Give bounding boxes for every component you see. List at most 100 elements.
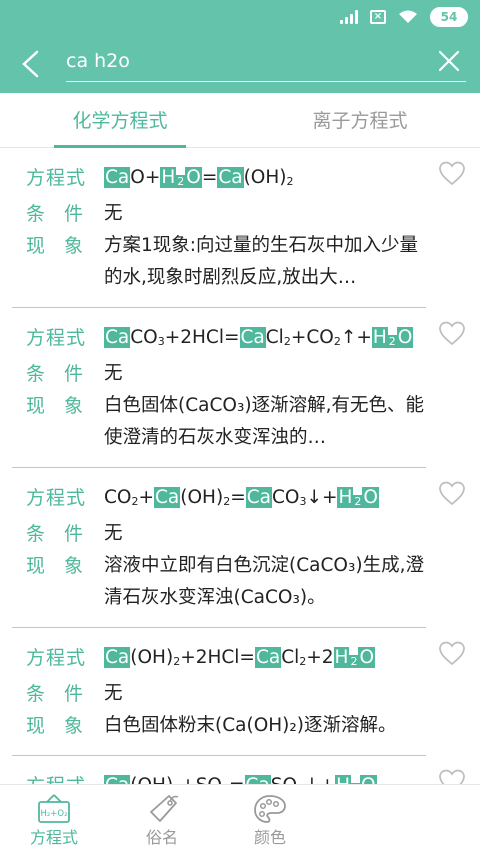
heart-icon[interactable] — [438, 768, 466, 784]
app-bar: × 54 — [0, 0, 480, 93]
highlight-term: O — [396, 327, 414, 348]
svg-text:H₂+O₂: H₂+O₂ — [40, 809, 67, 819]
phenomenon-label: 现 象 — [26, 555, 84, 577]
equation-card[interactable]: 方程式 CaO+H 2 O=Ca(OH)2 条 件无现 象方案1现象:向过量的生石灰中加… — [12, 148, 465, 308]
equation-row: 方程式Ca(OH)2+SO2=CaSO3↓+H2O — [26, 770, 426, 784]
equation-segment: 2 — [283, 335, 291, 348]
highlight-term: O — [360, 775, 377, 784]
search-input[interactable] — [66, 46, 416, 76]
highlight-term: Ca — [217, 167, 244, 188]
highlight-term: O — [185, 167, 202, 188]
highlight-term: Ca — [104, 167, 131, 188]
heart-icon[interactable] — [438, 320, 466, 346]
heart-icon[interactable] — [438, 640, 466, 666]
signal-icon — [340, 10, 358, 24]
equation-segment: CO — [271, 487, 300, 508]
equation-segment: ↑+ — [340, 327, 372, 348]
equation-segment: Cl — [265, 327, 284, 348]
condition-value: 无 — [104, 203, 123, 224]
equation-text: CaCO3+2HCl=CaCl2+CO2↑+H 2 O — [104, 322, 426, 358]
condition-label: 条 件 — [26, 523, 84, 545]
equation-segment: +2HCl= — [180, 647, 255, 668]
equation-row: 方程式 CaCO3+2HCl=CaCl2+CO2↑+H 2 O — [26, 322, 426, 358]
equation-segment: (OH) — [130, 647, 174, 668]
phenomenon-row: 现 象白色固体(CaCO₃)逐渐溶解,有无色、能使澄清的石灰水变浑浊的… — [26, 390, 426, 454]
heart-icon[interactable] — [438, 480, 466, 506]
tab-ionic-equation[interactable]: 离子方程式 — [240, 93, 480, 147]
nav-item-equation[interactable]: H₂+O₂ 方程式 — [0, 785, 108, 853]
equation-card[interactable]: 方程式 CaCO3+2HCl=CaCl2+CO2↑+H 2 O 条 件无现 象白色固体(… — [12, 308, 465, 468]
phenomenon-row: 现 象白色固体粉末(Ca(OH)₂)逐渐溶解。 — [26, 710, 426, 742]
highlight-term: H — [335, 775, 352, 784]
equation-segment: + — [138, 487, 154, 508]
condition-value: 无 — [104, 523, 123, 544]
nav-label-common-name: 俗名 — [145, 828, 178, 847]
equation-segment: (OH) — [130, 775, 173, 784]
condition-label: 条 件 — [26, 363, 84, 385]
phenomenon-value: 方案1现象:向过量的生石灰中加入少量的水,现象时剧烈反应,放出大… — [104, 235, 419, 288]
heart-icon[interactable] — [438, 160, 466, 186]
battery-icon: 54 — [430, 7, 468, 27]
phenomenon-label: 现 象 — [26, 715, 84, 737]
condition-row: 条 件无 — [26, 198, 426, 230]
equation-segment: (OH) — [243, 167, 287, 188]
equation-text: Ca(OH)2+2HCl=CaCl2+2H 2 O — [104, 642, 426, 678]
highlight-term: O — [358, 647, 376, 668]
phenomenon-label: 现 象 — [26, 395, 84, 417]
highlight-term: 2 — [387, 335, 397, 348]
phenomenon-value: 溶液中立即有白色沉淀(CaCO₃)生成,澄清石灰水变浑浊(CaCO₃)。 — [104, 555, 424, 608]
equation-card[interactable]: 方程式Ca(OH)2+SO2=CaSO3↓+H2O条 件无 — [12, 756, 465, 784]
equation-text: CaO+H 2 O=Ca(OH)2 — [104, 162, 426, 198]
nav-item-color[interactable]: 颜色 — [216, 785, 324, 853]
equation-label: 方程式 — [26, 327, 87, 349]
equation-row: 方程式 CO2+Ca(OH)2=CaCO3↓+H 2 O — [26, 482, 426, 518]
highlight-term: Ca — [104, 775, 131, 784]
condition-row: 条 件无 — [26, 678, 426, 710]
condition-label: 条 件 — [26, 203, 84, 225]
nav-label-equation: 方程式 — [29, 828, 78, 847]
back-arrow-icon[interactable] — [18, 50, 44, 78]
condition-label: 条 件 — [26, 683, 84, 705]
equation-segment: = — [229, 775, 245, 784]
condition-row: 条 件无 — [26, 518, 426, 550]
equation-segment: = — [201, 167, 218, 188]
equation-row: 方程式 Ca(OH)2+2HCl=CaCl2+2H 2 O — [26, 642, 426, 678]
equation-segment: Cl — [281, 647, 300, 668]
condition-row: 条 件无 — [26, 358, 426, 390]
equation-text: Ca(OH)2+SO2=CaSO3↓+H2O — [104, 770, 426, 784]
equation-row: 方程式 CaO+H 2 O=Ca(OH)2 — [26, 162, 426, 198]
tab-chemical-equation[interactable]: 化学方程式 — [0, 93, 240, 148]
phenomenon-value: 白色固体(CaCO₃)逐渐溶解,有无色、能使澄清的石灰水变浑浊的… — [104, 395, 424, 448]
equation-segment: CO — [104, 487, 132, 508]
equation-board-icon: H₂+O₂ — [38, 794, 70, 823]
equation-card[interactable]: 方程式 Ca(OH)2+2HCl=CaCl2+2H 2 O 条 件无现 象白色固体粉末(… — [12, 628, 465, 756]
equation-label: 方程式 — [26, 487, 87, 509]
equation-segment: ↓+ — [304, 775, 335, 784]
highlight-term: Ca — [244, 775, 271, 784]
highlight-term: Ca — [104, 647, 131, 668]
equation-segment: +SO — [180, 775, 222, 784]
equation-segment: ↓+ — [306, 487, 338, 508]
equation-segment: +2HCl= — [164, 327, 240, 348]
nav-label-color: 颜色 — [253, 828, 286, 847]
equation-card[interactable]: 方程式 CO2+Ca(OH)2=CaCO3↓+H 2 O 条 件无现 象溶液中立即有白色… — [12, 468, 465, 628]
highlight-term: Ca — [154, 487, 181, 508]
equation-segment: 2 — [333, 335, 341, 348]
equation-segment: CO — [130, 327, 158, 348]
bottom-nav: H₂+O₂ 方程式 俗名 颜色 — [0, 784, 480, 853]
equation-segment: +CO — [290, 327, 334, 348]
no-sim-icon: × — [370, 10, 386, 24]
equation-label: 方程式 — [26, 647, 87, 669]
palette-icon — [254, 795, 286, 823]
highlight-term: Ca — [254, 647, 282, 668]
wifi-icon — [399, 10, 417, 23]
nav-item-common-name[interactable]: 俗名 — [108, 785, 216, 853]
equation-segment: O+ — [130, 167, 161, 188]
close-icon[interactable] — [438, 50, 460, 72]
highlight-term: H — [333, 647, 350, 668]
highlight-term: Ca — [245, 487, 272, 508]
equation-segment: 3 — [157, 335, 165, 348]
equation-list: 方程式 CaO+H 2 O=Ca(OH)2 条 件无现 象方案1现象:向过量的生石灰中加… — [0, 148, 480, 784]
status-bar: × 54 — [340, 6, 468, 28]
equation-segment: SO — [271, 775, 297, 784]
